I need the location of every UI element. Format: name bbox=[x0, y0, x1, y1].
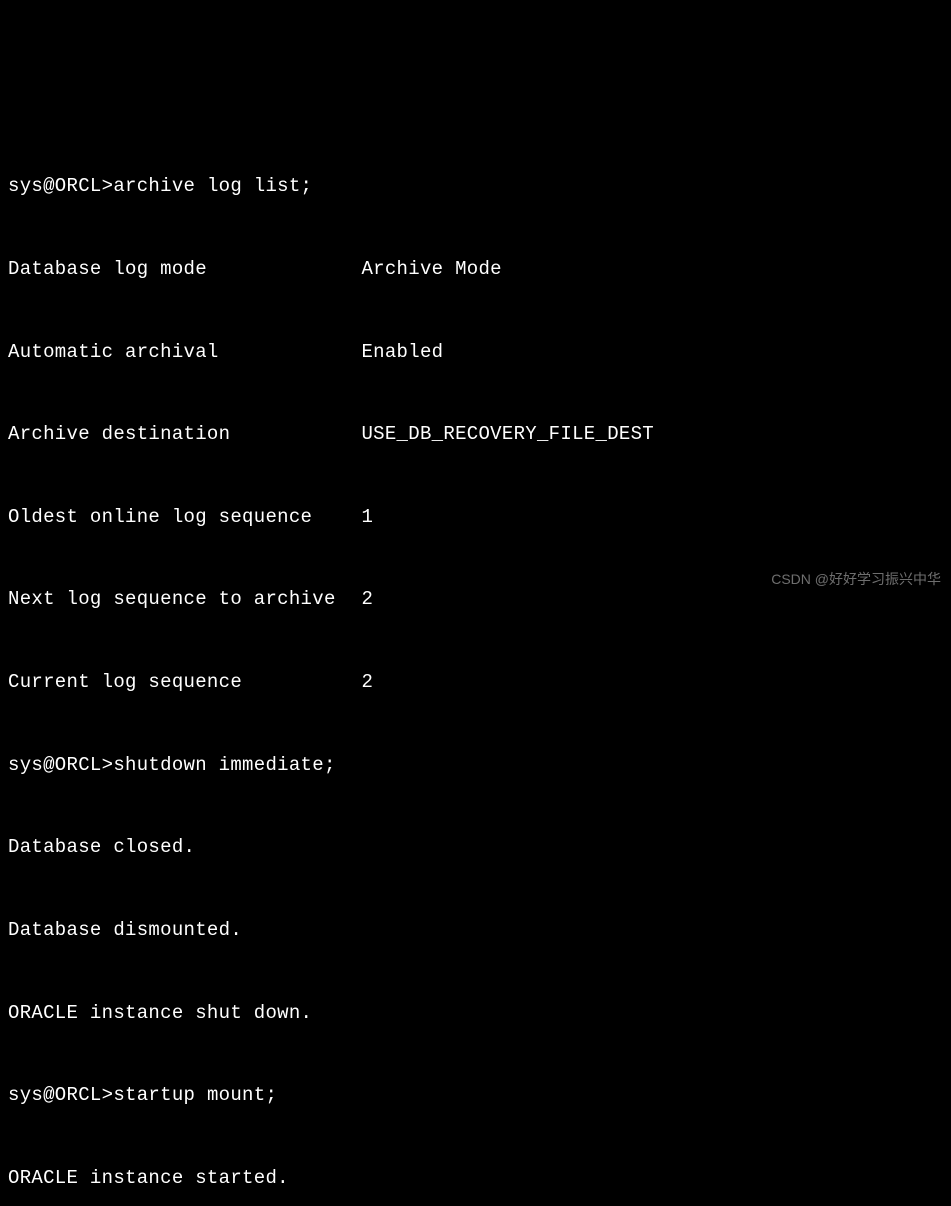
terminal-output[interactable]: sys@ORCL>archive log list; Database log … bbox=[8, 118, 943, 1206]
info-label: Current log sequence bbox=[8, 669, 361, 697]
info-value: USE_DB_RECOVERY_FILE_DEST bbox=[361, 421, 654, 449]
output-line: Database closed. bbox=[8, 834, 943, 862]
command: startup mount; bbox=[113, 1084, 277, 1106]
command: archive log list; bbox=[113, 175, 312, 197]
prompt-line: sys@ORCL>startup mount; bbox=[8, 1082, 943, 1110]
info-label: Database log mode bbox=[8, 256, 361, 284]
info-label: Archive destination bbox=[8, 421, 361, 449]
info-value: Archive Mode bbox=[361, 256, 501, 284]
info-row: Automatic archivalEnabled bbox=[8, 339, 943, 367]
prompt: sys@ORCL> bbox=[8, 175, 113, 197]
info-label: Next log sequence to archive bbox=[8, 586, 361, 614]
info-row: Archive destinationUSE_DB_RECOVERY_FILE_… bbox=[8, 421, 943, 449]
watermark: CSDN @好好学习振兴中华 bbox=[771, 569, 941, 589]
info-row: Database log modeArchive Mode bbox=[8, 256, 943, 284]
info-label: Oldest online log sequence bbox=[8, 504, 361, 532]
info-row: Oldest online log sequence1 bbox=[8, 504, 943, 532]
info-row: Current log sequence2 bbox=[8, 669, 943, 697]
info-label: Automatic archival bbox=[8, 339, 361, 367]
prompt-line: sys@ORCL>archive log list; bbox=[8, 173, 943, 201]
info-value: 1 bbox=[361, 504, 373, 532]
info-value: Enabled bbox=[361, 339, 443, 367]
prompt: sys@ORCL> bbox=[8, 754, 113, 776]
info-value: 2 bbox=[361, 586, 373, 614]
output-line: ORACLE instance started. bbox=[8, 1165, 943, 1193]
output-line: Database dismounted. bbox=[8, 917, 943, 945]
output-line: ORACLE instance shut down. bbox=[8, 1000, 943, 1028]
prompt-line: sys@ORCL>shutdown immediate; bbox=[8, 752, 943, 780]
info-value: 2 bbox=[361, 669, 373, 697]
info-row: Next log sequence to archive2 bbox=[8, 586, 943, 614]
prompt: sys@ORCL> bbox=[8, 1084, 113, 1106]
command: shutdown immediate; bbox=[113, 754, 335, 776]
